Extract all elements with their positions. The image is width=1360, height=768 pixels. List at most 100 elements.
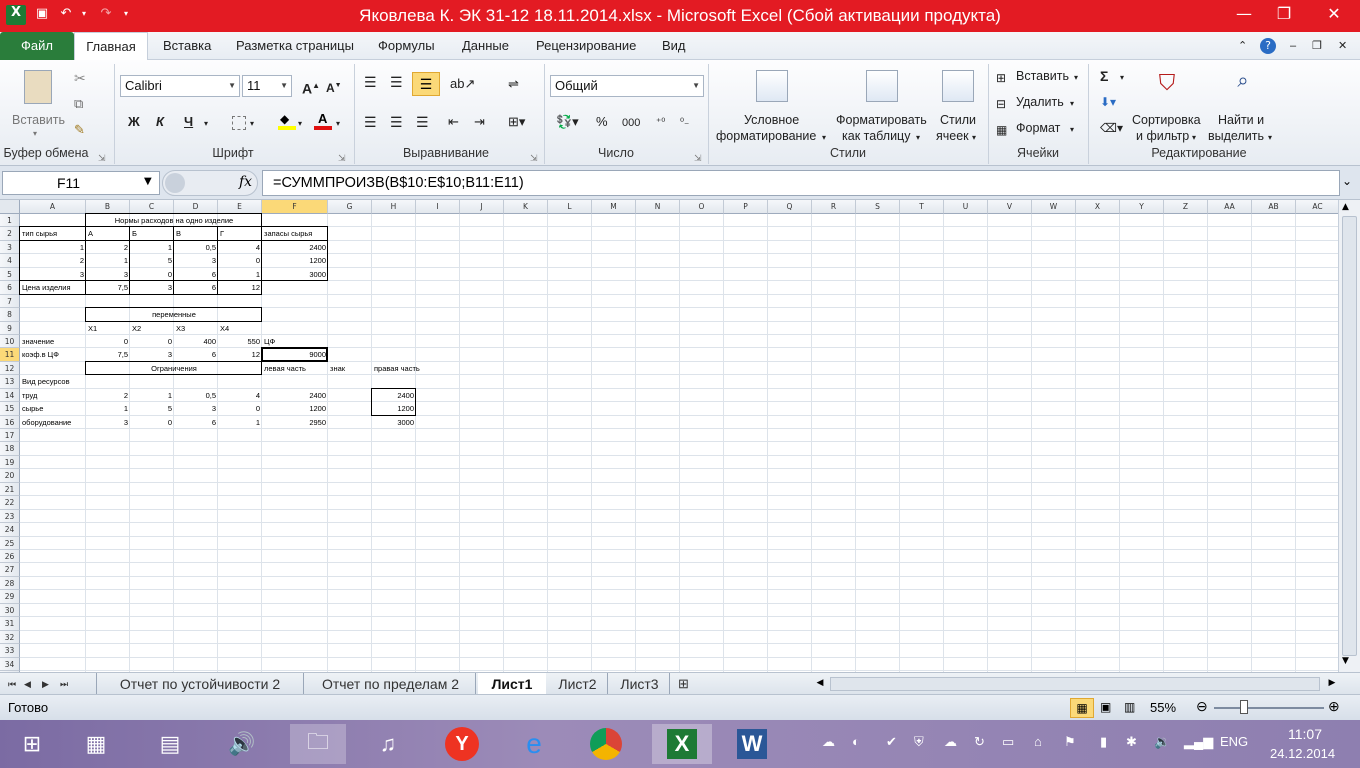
row-header[interactable]: 34 [0, 657, 20, 671]
row-header[interactable]: 7 [0, 294, 20, 309]
scroll-down-icon[interactable]: ▼ [1342, 656, 1349, 666]
tab-formulas[interactable]: Формулы [378, 32, 435, 60]
yandex-browser-icon[interactable]: Y [436, 724, 488, 764]
cell-d4[interactable]: 3 [174, 254, 218, 267]
align-left-icon[interactable]: ☰ [364, 114, 377, 130]
number-launcher-icon[interactable]: ⇲ [694, 150, 702, 166]
undo-icon[interactable]: ↶ [58, 6, 74, 22]
cell-e2[interactable]: Г [218, 227, 262, 240]
column-header[interactable]: A [20, 200, 86, 214]
row-header[interactable]: 32 [0, 630, 20, 645]
cloud-icon[interactable]: ☁ [944, 734, 957, 750]
name-box[interactable]: F11 [2, 171, 160, 195]
cell-c4[interactable]: 5 [130, 254, 174, 267]
fill-icon[interactable]: ⬇▾ [1100, 94, 1116, 110]
conditional-dropdown-icon[interactable]: ▾ [822, 130, 826, 146]
column-header[interactable]: O [680, 200, 724, 214]
column-header[interactable]: Q [768, 200, 812, 214]
format-cells-button[interactable]: Формат [1016, 120, 1060, 136]
column-header[interactable]: F [262, 200, 328, 214]
row-header[interactable]: 33 [0, 644, 20, 658]
tab-home[interactable]: Главная [74, 32, 148, 60]
sort-dropdown-icon[interactable]: ▾ [1192, 130, 1196, 146]
row-header[interactable]: 14 [0, 388, 20, 403]
cell-c5[interactable]: 0 [130, 268, 174, 281]
cell-a10[interactable]: значение [20, 335, 86, 348]
merge-cells-icon[interactable]: ⊞▾ [508, 114, 525, 130]
page-layout-view-icon[interactable]: ▣ [1100, 700, 1111, 714]
cell-f12[interactable]: левая часть [262, 362, 328, 375]
window-restore-icon[interactable]: ❐ [1312, 32, 1322, 60]
cloud-sync-icon[interactable]: ☁ [822, 734, 835, 750]
cell-a15[interactable]: сырье [20, 402, 86, 415]
expand-icon[interactable] [165, 173, 185, 193]
bluetooth-icon[interactable]: ✱ [1126, 734, 1137, 750]
row-header[interactable]: 28 [0, 576, 20, 591]
conditional-formatting-label-1[interactable]: Условное [744, 112, 799, 128]
internet-explorer-icon[interactable]: e [508, 724, 560, 764]
orientation-icon[interactable]: ab↗ [450, 76, 475, 92]
fill-color-icon[interactable]: ◆ [278, 112, 296, 130]
row-header[interactable]: 18 [0, 442, 20, 456]
cell-c14[interactable]: 1 [130, 389, 174, 402]
windows-start-icon[interactable]: ⊞ [6, 724, 58, 764]
audio-player-icon[interactable]: 🔊 [216, 724, 268, 764]
shrink-font-icon[interactable]: A▼ [326, 78, 342, 96]
cell-e3[interactable]: 4 [218, 241, 262, 254]
cell-styles-label-2[interactable]: ячеек [936, 128, 969, 144]
customize-qat-icon[interactable]: ▾ [118, 6, 134, 22]
cell-b15[interactable]: 1 [86, 402, 130, 415]
row-header[interactable]: 11 [0, 348, 20, 362]
grow-font-icon[interactable]: A▲ [302, 78, 320, 97]
column-header[interactable]: H [372, 200, 416, 214]
word-taskbar-icon[interactable]: W [726, 724, 778, 764]
row-header[interactable]: 3 [0, 240, 20, 255]
drive-icon[interactable]: ⌂ [1034, 734, 1042, 749]
column-header[interactable]: M [592, 200, 636, 214]
format-as-table-label-1[interactable]: Форматировать [836, 112, 927, 128]
column-header[interactable]: AA [1208, 200, 1252, 214]
sort-filter-label-2[interactable]: и фильтр [1136, 128, 1189, 144]
sheet-tab[interactable]: Отчет по пределам 2 [306, 673, 476, 695]
row-header[interactable]: 19 [0, 455, 20, 470]
column-header[interactable]: P [724, 200, 768, 214]
cell-d16[interactable]: 6 [174, 416, 218, 429]
delete-dropdown-icon[interactable]: ▾ [1070, 96, 1074, 112]
normal-view-icon[interactable]: ▦ [1070, 698, 1094, 718]
zoom-level[interactable]: 55% [1150, 700, 1176, 715]
cell-a6[interactable]: Цена изделия [20, 281, 86, 294]
conditional-formatting-icon[interactable] [756, 70, 788, 102]
battery-icon[interactable]: ▮ [1100, 734, 1107, 750]
horizontal-scrollbar-thumb[interactable] [830, 677, 1320, 691]
cell-h15[interactable]: 1200 [372, 402, 416, 415]
fill-color-dropdown-icon[interactable]: ▾ [298, 116, 302, 132]
cell-e11[interactable]: 12 [218, 348, 262, 361]
column-header[interactable]: Y [1120, 200, 1164, 214]
column-header[interactable]: AB [1252, 200, 1296, 214]
tab-data[interactable]: Данные [462, 32, 509, 60]
column-header[interactable]: J [460, 200, 504, 214]
sort-filter-label-1[interactable]: Сортировка [1132, 112, 1201, 128]
excel-taskbar-icon[interactable]: X [652, 724, 712, 764]
tray-app-icon[interactable]: ◐ [852, 734, 860, 749]
align-bottom-icon[interactable]: ☰ [412, 72, 440, 96]
row-header[interactable]: 31 [0, 617, 20, 631]
cell-d3[interactable]: 0,5 [174, 241, 218, 254]
cell-a5[interactable]: 3 [20, 268, 86, 281]
font-size-combo[interactable]: 11 ▼ [242, 75, 292, 97]
font-color-icon[interactable]: A [314, 111, 332, 130]
help-icon[interactable]: ? [1260, 38, 1276, 54]
cell-e14[interactable]: 4 [218, 389, 262, 402]
vertical-scrollbar[interactable]: ▲ ▼ [1338, 200, 1360, 672]
format-as-table-label-2[interactable]: как таблицу [842, 128, 910, 144]
cell-h12[interactable]: правая часть [372, 362, 420, 375]
sort-filter-icon[interactable]: ⛉ [1152, 70, 1182, 100]
page-break-view-icon[interactable]: ▥ [1124, 700, 1135, 714]
cell-b5[interactable]: 3 [86, 268, 130, 281]
find-dropdown-icon[interactable]: ▾ [1268, 130, 1272, 146]
cell-b9[interactable]: X1 [86, 322, 130, 335]
cell-f14[interactable]: 2400 [262, 389, 328, 402]
music-app-icon[interactable]: ♫ [362, 724, 414, 764]
row-header[interactable]: 8 [0, 308, 20, 322]
zoom-in-icon[interactable]: ⊕ [1328, 698, 1340, 715]
